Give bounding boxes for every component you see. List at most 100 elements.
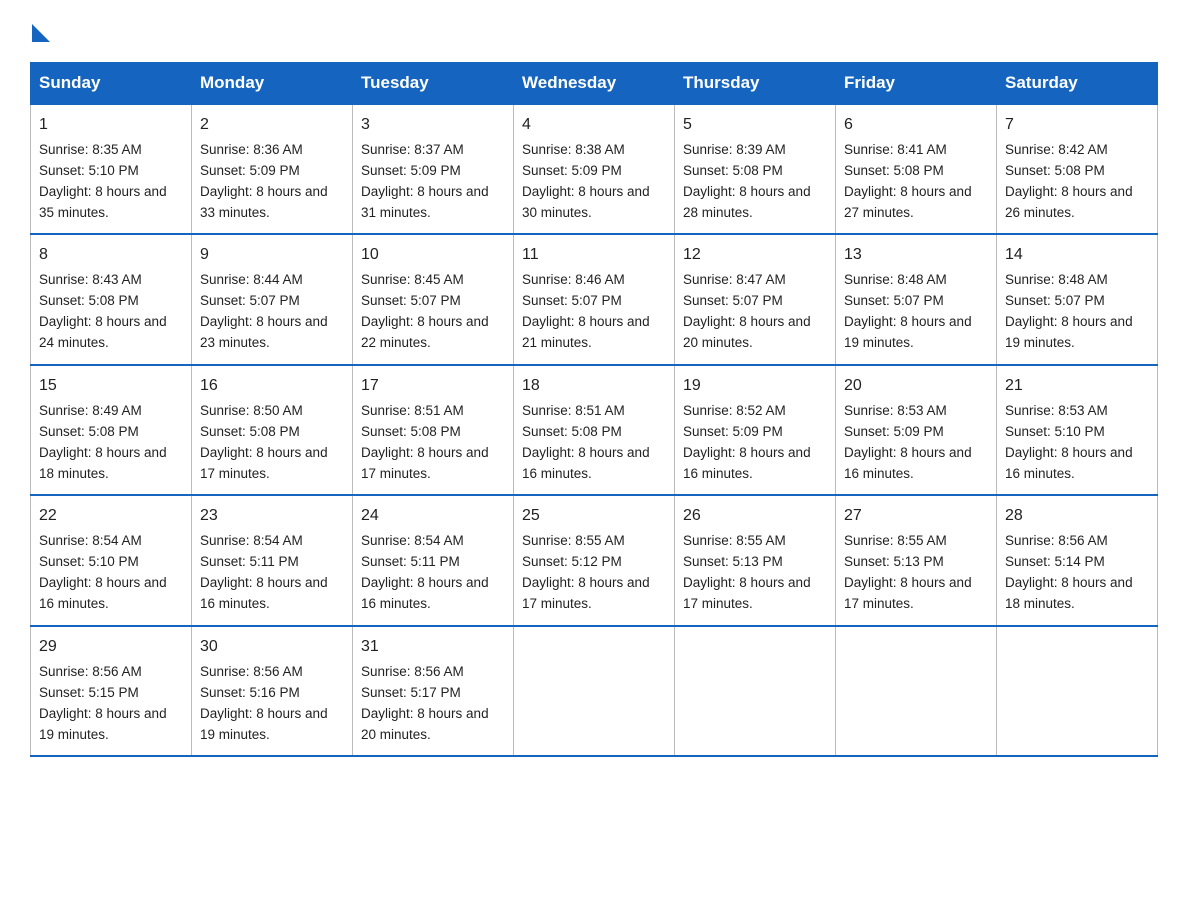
calendar-table: SundayMondayTuesdayWednesdayThursdayFrid… (30, 62, 1158, 757)
day-info: Sunrise: 8:35 AMSunset: 5:10 PMDaylight:… (39, 142, 167, 220)
day-info: Sunrise: 8:54 AMSunset: 5:11 PMDaylight:… (200, 533, 328, 611)
day-number: 13 (844, 243, 988, 268)
day-info: Sunrise: 8:51 AMSunset: 5:08 PMDaylight:… (522, 403, 650, 481)
calendar-cell: 22 Sunrise: 8:54 AMSunset: 5:10 PMDaylig… (31, 495, 192, 625)
day-number: 28 (1005, 504, 1149, 529)
day-info: Sunrise: 8:55 AMSunset: 5:13 PMDaylight:… (683, 533, 811, 611)
calendar-cell: 11 Sunrise: 8:46 AMSunset: 5:07 PMDaylig… (514, 234, 675, 364)
day-number: 19 (683, 374, 827, 399)
calendar-cell: 2 Sunrise: 8:36 AMSunset: 5:09 PMDayligh… (192, 104, 353, 234)
day-info: Sunrise: 8:54 AMSunset: 5:10 PMDaylight:… (39, 533, 167, 611)
calendar-cell (675, 626, 836, 756)
calendar-cell: 17 Sunrise: 8:51 AMSunset: 5:08 PMDaylig… (353, 365, 514, 495)
day-number: 22 (39, 504, 183, 529)
day-info: Sunrise: 8:46 AMSunset: 5:07 PMDaylight:… (522, 272, 650, 350)
calendar-cell: 31 Sunrise: 8:56 AMSunset: 5:17 PMDaylig… (353, 626, 514, 756)
column-header-wednesday: Wednesday (514, 63, 675, 105)
calendar-cell (836, 626, 997, 756)
day-number: 3 (361, 113, 505, 138)
day-number: 27 (844, 504, 988, 529)
day-info: Sunrise: 8:48 AMSunset: 5:07 PMDaylight:… (1005, 272, 1133, 350)
calendar-week-1: 1 Sunrise: 8:35 AMSunset: 5:10 PMDayligh… (31, 104, 1158, 234)
day-number: 17 (361, 374, 505, 399)
day-number: 20 (844, 374, 988, 399)
column-header-saturday: Saturday (997, 63, 1158, 105)
day-info: Sunrise: 8:45 AMSunset: 5:07 PMDaylight:… (361, 272, 489, 350)
day-number: 7 (1005, 113, 1149, 138)
column-header-thursday: Thursday (675, 63, 836, 105)
day-info: Sunrise: 8:53 AMSunset: 5:10 PMDaylight:… (1005, 403, 1133, 481)
calendar-cell: 3 Sunrise: 8:37 AMSunset: 5:09 PMDayligh… (353, 104, 514, 234)
day-number: 31 (361, 635, 505, 660)
day-info: Sunrise: 8:36 AMSunset: 5:09 PMDaylight:… (200, 142, 328, 220)
calendar-cell: 8 Sunrise: 8:43 AMSunset: 5:08 PMDayligh… (31, 234, 192, 364)
day-number: 6 (844, 113, 988, 138)
day-info: Sunrise: 8:38 AMSunset: 5:09 PMDaylight:… (522, 142, 650, 220)
calendar-cell: 21 Sunrise: 8:53 AMSunset: 5:10 PMDaylig… (997, 365, 1158, 495)
calendar-cell: 27 Sunrise: 8:55 AMSunset: 5:13 PMDaylig… (836, 495, 997, 625)
day-info: Sunrise: 8:56 AMSunset: 5:16 PMDaylight:… (200, 664, 328, 742)
day-info: Sunrise: 8:39 AMSunset: 5:08 PMDaylight:… (683, 142, 811, 220)
day-info: Sunrise: 8:37 AMSunset: 5:09 PMDaylight:… (361, 142, 489, 220)
day-number: 25 (522, 504, 666, 529)
day-number: 15 (39, 374, 183, 399)
day-number: 4 (522, 113, 666, 138)
calendar-cell: 4 Sunrise: 8:38 AMSunset: 5:09 PMDayligh… (514, 104, 675, 234)
day-info: Sunrise: 8:51 AMSunset: 5:08 PMDaylight:… (361, 403, 489, 481)
calendar-cell (514, 626, 675, 756)
day-info: Sunrise: 8:41 AMSunset: 5:08 PMDaylight:… (844, 142, 972, 220)
column-header-friday: Friday (836, 63, 997, 105)
day-info: Sunrise: 8:50 AMSunset: 5:08 PMDaylight:… (200, 403, 328, 481)
day-info: Sunrise: 8:56 AMSunset: 5:14 PMDaylight:… (1005, 533, 1133, 611)
logo (30, 20, 50, 42)
column-header-tuesday: Tuesday (353, 63, 514, 105)
day-info: Sunrise: 8:53 AMSunset: 5:09 PMDaylight:… (844, 403, 972, 481)
day-number: 2 (200, 113, 344, 138)
calendar-cell: 28 Sunrise: 8:56 AMSunset: 5:14 PMDaylig… (997, 495, 1158, 625)
day-info: Sunrise: 8:55 AMSunset: 5:12 PMDaylight:… (522, 533, 650, 611)
calendar-cell: 20 Sunrise: 8:53 AMSunset: 5:09 PMDaylig… (836, 365, 997, 495)
day-number: 14 (1005, 243, 1149, 268)
page-header (30, 20, 1158, 42)
day-info: Sunrise: 8:56 AMSunset: 5:17 PMDaylight:… (361, 664, 489, 742)
day-info: Sunrise: 8:44 AMSunset: 5:07 PMDaylight:… (200, 272, 328, 350)
day-info: Sunrise: 8:49 AMSunset: 5:08 PMDaylight:… (39, 403, 167, 481)
day-number: 30 (200, 635, 344, 660)
day-info: Sunrise: 8:55 AMSunset: 5:13 PMDaylight:… (844, 533, 972, 611)
calendar-cell: 15 Sunrise: 8:49 AMSunset: 5:08 PMDaylig… (31, 365, 192, 495)
day-number: 23 (200, 504, 344, 529)
column-header-monday: Monday (192, 63, 353, 105)
calendar-cell: 10 Sunrise: 8:45 AMSunset: 5:07 PMDaylig… (353, 234, 514, 364)
calendar-cell: 19 Sunrise: 8:52 AMSunset: 5:09 PMDaylig… (675, 365, 836, 495)
day-number: 1 (39, 113, 183, 138)
calendar-cell: 18 Sunrise: 8:51 AMSunset: 5:08 PMDaylig… (514, 365, 675, 495)
calendar-cell (997, 626, 1158, 756)
calendar-week-4: 22 Sunrise: 8:54 AMSunset: 5:10 PMDaylig… (31, 495, 1158, 625)
calendar-cell: 29 Sunrise: 8:56 AMSunset: 5:15 PMDaylig… (31, 626, 192, 756)
calendar-cell: 9 Sunrise: 8:44 AMSunset: 5:07 PMDayligh… (192, 234, 353, 364)
calendar-cell: 6 Sunrise: 8:41 AMSunset: 5:08 PMDayligh… (836, 104, 997, 234)
day-number: 12 (683, 243, 827, 268)
calendar-cell: 7 Sunrise: 8:42 AMSunset: 5:08 PMDayligh… (997, 104, 1158, 234)
calendar-cell: 23 Sunrise: 8:54 AMSunset: 5:11 PMDaylig… (192, 495, 353, 625)
day-number: 29 (39, 635, 183, 660)
day-number: 9 (200, 243, 344, 268)
day-number: 21 (1005, 374, 1149, 399)
logo-triangle-icon (32, 24, 50, 42)
calendar-cell: 26 Sunrise: 8:55 AMSunset: 5:13 PMDaylig… (675, 495, 836, 625)
calendar-cell: 14 Sunrise: 8:48 AMSunset: 5:07 PMDaylig… (997, 234, 1158, 364)
calendar-week-2: 8 Sunrise: 8:43 AMSunset: 5:08 PMDayligh… (31, 234, 1158, 364)
day-info: Sunrise: 8:48 AMSunset: 5:07 PMDaylight:… (844, 272, 972, 350)
day-number: 5 (683, 113, 827, 138)
day-number: 24 (361, 504, 505, 529)
day-info: Sunrise: 8:43 AMSunset: 5:08 PMDaylight:… (39, 272, 167, 350)
day-number: 8 (39, 243, 183, 268)
calendar-cell: 5 Sunrise: 8:39 AMSunset: 5:08 PMDayligh… (675, 104, 836, 234)
calendar-header-row: SundayMondayTuesdayWednesdayThursdayFrid… (31, 63, 1158, 105)
day-number: 10 (361, 243, 505, 268)
day-number: 11 (522, 243, 666, 268)
day-number: 26 (683, 504, 827, 529)
column-header-sunday: Sunday (31, 63, 192, 105)
day-info: Sunrise: 8:56 AMSunset: 5:15 PMDaylight:… (39, 664, 167, 742)
day-info: Sunrise: 8:42 AMSunset: 5:08 PMDaylight:… (1005, 142, 1133, 220)
